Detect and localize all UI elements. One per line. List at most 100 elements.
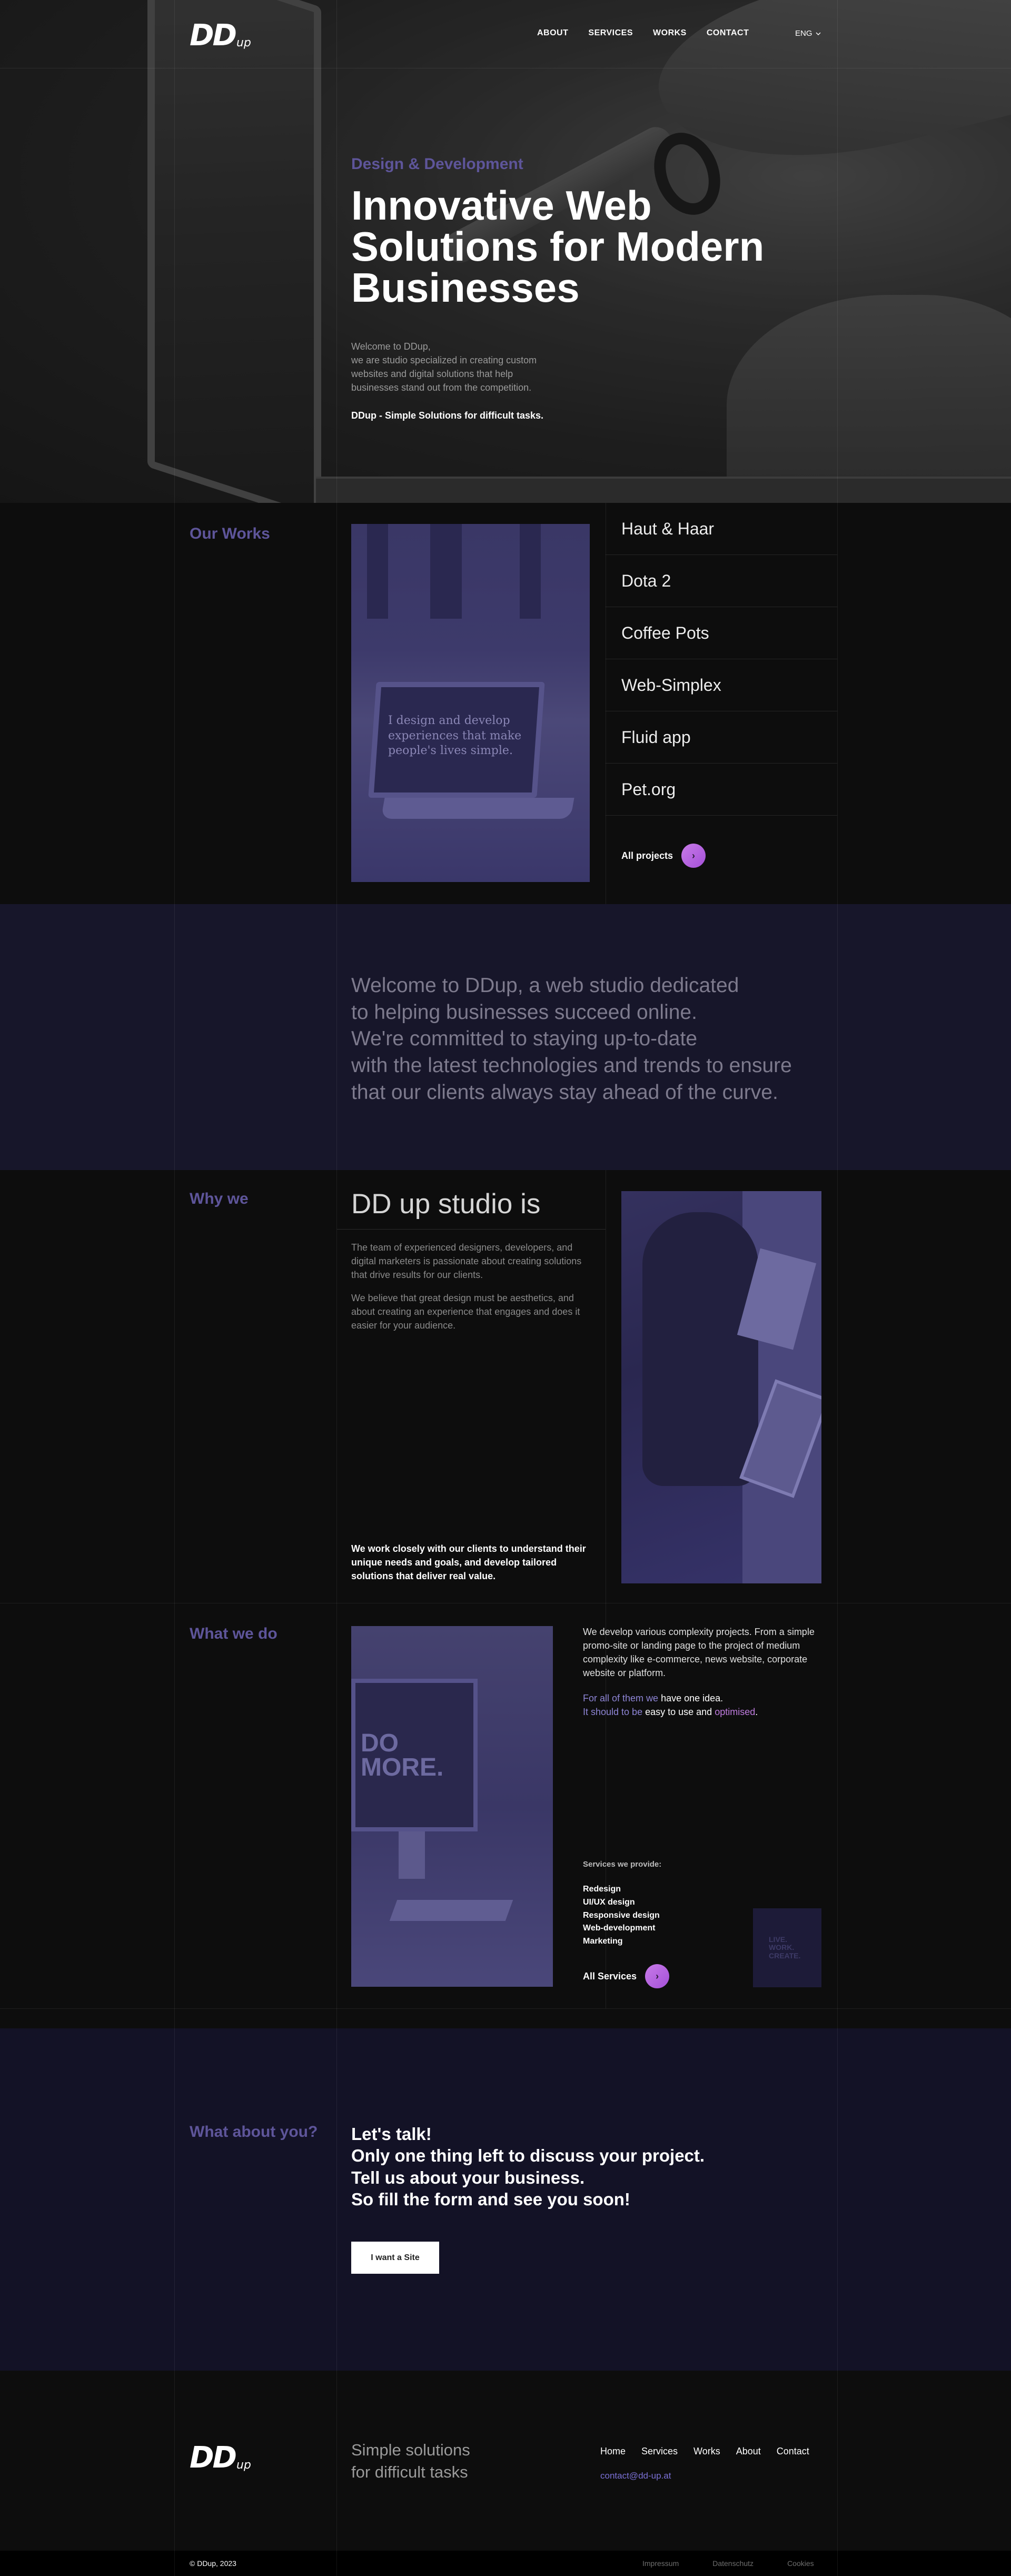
works-section: Our Works I design and develop experienc… xyxy=(0,503,1011,904)
footer-link-home[interactable]: Home xyxy=(600,2446,626,2457)
why-paragraph: The team of experienced designers, devel… xyxy=(351,1242,582,1281)
logo-up: up xyxy=(236,2459,251,2472)
nav-links: ABOUT SERVICES WORKS CONTACT xyxy=(537,28,749,38)
why-image-person xyxy=(642,1212,758,1486)
works-item[interactable]: Coffee Pots xyxy=(606,607,837,659)
hero-title-line: Solutions for Modern xyxy=(351,223,765,270)
why-paragraph: We believe that great design must be aes… xyxy=(351,1293,580,1331)
welcome-line: that our clients always stay ahead of th… xyxy=(351,1081,778,1104)
works-image-tree xyxy=(367,524,388,619)
hero-title-line: Innovative Web xyxy=(351,182,652,229)
footer-link-services[interactable]: Services xyxy=(641,2446,678,2457)
works-item[interactable]: Pet.org xyxy=(606,764,837,816)
welcome-section: Welcome to DDup, a web studio dedicated … xyxy=(0,904,1011,1170)
logo-dd: DD xyxy=(190,18,237,53)
footer-nav: Home Services Works About Contact xyxy=(600,2446,809,2457)
why-bold-text: We work closely with our clients to unde… xyxy=(351,1543,586,1582)
logo-dd: DD xyxy=(190,2441,237,2475)
about-line: Tell us about your business. xyxy=(351,2167,585,2187)
works-image-tree xyxy=(430,524,462,619)
hero-tagline: DDup - Simple Solutions for difficult ta… xyxy=(351,410,544,421)
works-list: Haut & Haar Dota 2 Coffee Pots Web-Simpl… xyxy=(606,503,837,816)
arrow-right-icon: › xyxy=(645,1964,670,1988)
footer-slogan-line: Simple solutions xyxy=(351,2441,470,2459)
works-item[interactable]: Fluid app xyxy=(606,711,837,764)
language-label: ENG xyxy=(795,29,812,38)
welcome-line: We're committed to staying up-to-date xyxy=(351,1027,698,1051)
footer-email-link[interactable]: contact@dd-up.at xyxy=(600,2471,671,2481)
service-item: Responsive design xyxy=(583,1910,660,1920)
legal-link-cookies[interactable]: Cookies xyxy=(787,2559,814,2568)
what-idea-part: It should to be xyxy=(583,1707,643,1718)
footer-link-works[interactable]: Works xyxy=(693,2446,720,2457)
what-image-keyboard xyxy=(389,1900,513,1921)
page: DD up ABOUT SERVICES WORKS CONTACT ENG D… xyxy=(0,0,1011,2576)
welcome-text: Welcome to DDup, a web studio dedicated … xyxy=(351,973,825,1106)
legal-links: Impressum Datenschutz Cookies xyxy=(642,2559,814,2568)
welcome-line: with the latest technologies and trends … xyxy=(351,1054,792,1077)
about-line: Let's talk! xyxy=(351,2124,432,2144)
hero-desc-line: we are studio specialized in creating cu… xyxy=(351,355,537,366)
hero-desc-line: Welcome to DDup, xyxy=(351,341,431,352)
service-item: Redesign xyxy=(583,1885,621,1894)
welcome-line: to helping businesses succeed online. xyxy=(351,1000,697,1024)
service-item: Web-development xyxy=(583,1924,656,1933)
about-line: So fill the form and see you soon! xyxy=(351,2189,630,2209)
works-item[interactable]: Haut & Haar xyxy=(606,503,837,555)
small-image: LIVE. WORK. CREATE. xyxy=(753,1908,821,1987)
all-services-button[interactable]: All Services › xyxy=(583,1964,670,1988)
services-title: Services we provide: xyxy=(583,1860,662,1869)
what-idea-part: optimised xyxy=(715,1707,756,1718)
language-selector[interactable]: ENG xyxy=(795,29,821,38)
hero-content: Design & Development Innovative Web Solu… xyxy=(351,155,825,421)
nav-link-works[interactable]: WORKS xyxy=(653,28,687,38)
legal-link-datenschutz[interactable]: Datenschutz xyxy=(712,2559,754,2568)
small-image-text: LIVE. WORK. CREATE. xyxy=(769,1935,801,1960)
why-image xyxy=(621,1191,821,1583)
what-idea-text: For all of them we have one idea. It sho… xyxy=(583,1691,830,1719)
footer: DD up Simple solutions for difficult tas… xyxy=(0,2371,1011,2551)
nav-link-about[interactable]: ABOUT xyxy=(537,28,568,38)
why-title: DD up studio is xyxy=(351,1188,541,1220)
works-label: Our Works xyxy=(190,525,270,542)
all-services-label: All Services xyxy=(583,1970,637,1981)
what-section: What we do DO MORE. We develop various c… xyxy=(0,1603,1011,2008)
legal-link-impressum[interactable]: Impressum xyxy=(642,2559,679,2568)
footer-slogan-line: for difficult tasks xyxy=(351,2462,468,2481)
what-image: DO MORE. xyxy=(351,1626,553,1987)
works-item[interactable]: Web-Simplex xyxy=(606,659,837,711)
works-item[interactable]: Dota 2 xyxy=(606,555,837,607)
what-image-text: DO MORE. xyxy=(361,1729,444,1781)
works-image-laptop-base xyxy=(381,798,574,819)
service-item: Marketing xyxy=(583,1937,623,1946)
about-title: Let's talk! Only one thing left to discu… xyxy=(351,2123,705,2210)
hero-desc-line: websites and digital solutions that help xyxy=(351,369,513,380)
about-label: What about you? xyxy=(190,2123,318,2141)
footer-link-about[interactable]: About xyxy=(736,2446,761,2457)
works-image[interactable]: I design and develop experiences that ma… xyxy=(351,524,590,882)
what-idea-part: For all of them we xyxy=(583,1693,659,1703)
hero-description: Welcome to DDup, we are studio specializ… xyxy=(351,340,562,394)
nav-link-services[interactable]: SERVICES xyxy=(588,28,633,38)
welcome-line: Welcome to DDup, a web studio dedicated xyxy=(351,974,739,997)
service-item: UI/UX design xyxy=(583,1897,635,1907)
hero-title-line: Businesses xyxy=(351,264,580,311)
nav-link-contact[interactable]: CONTACT xyxy=(707,28,749,38)
about-line: Only one thing left to discuss your proj… xyxy=(351,2146,705,2166)
what-image-stand xyxy=(399,1831,425,1879)
services-list: Redesign UI/UX design Responsive design … xyxy=(583,1883,660,1948)
want-site-button[interactable]: I want a Site xyxy=(351,2242,439,2274)
footer-logo[interactable]: DD up xyxy=(190,2443,251,2473)
what-label: What we do xyxy=(190,1625,277,1642)
all-projects-button[interactable]: All projects › xyxy=(621,844,706,868)
logo[interactable]: DD up xyxy=(190,21,251,51)
hero-desc-line: businesses stand out from the competitio… xyxy=(351,382,532,393)
all-projects-label: All projects xyxy=(621,850,673,861)
hero-section: DD up ABOUT SERVICES WORKS CONTACT ENG D… xyxy=(0,0,1011,503)
hero-title: Innovative Web Solutions for Modern Busi… xyxy=(351,185,825,308)
footer-link-contact[interactable]: Contact xyxy=(777,2446,809,2457)
what-idea-part: . xyxy=(755,1707,758,1718)
bottom-bar: © DDup, 2023 Impressum Datenschutz Cooki… xyxy=(0,2551,1011,2576)
contact-cta-section: What about you? Let's talk! Only one thi… xyxy=(0,2028,1011,2371)
what-idea-part: easy to use and xyxy=(642,1707,715,1718)
